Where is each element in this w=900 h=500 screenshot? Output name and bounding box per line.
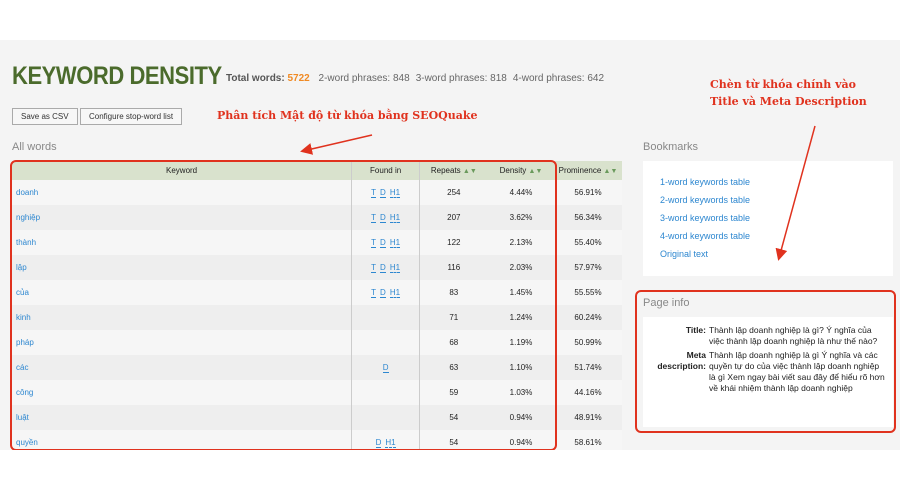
annotation-arrows xyxy=(300,125,816,261)
seoquake-keyword-density: KEYWORD DENSITY Total words: 5722 2-word… xyxy=(0,40,900,450)
